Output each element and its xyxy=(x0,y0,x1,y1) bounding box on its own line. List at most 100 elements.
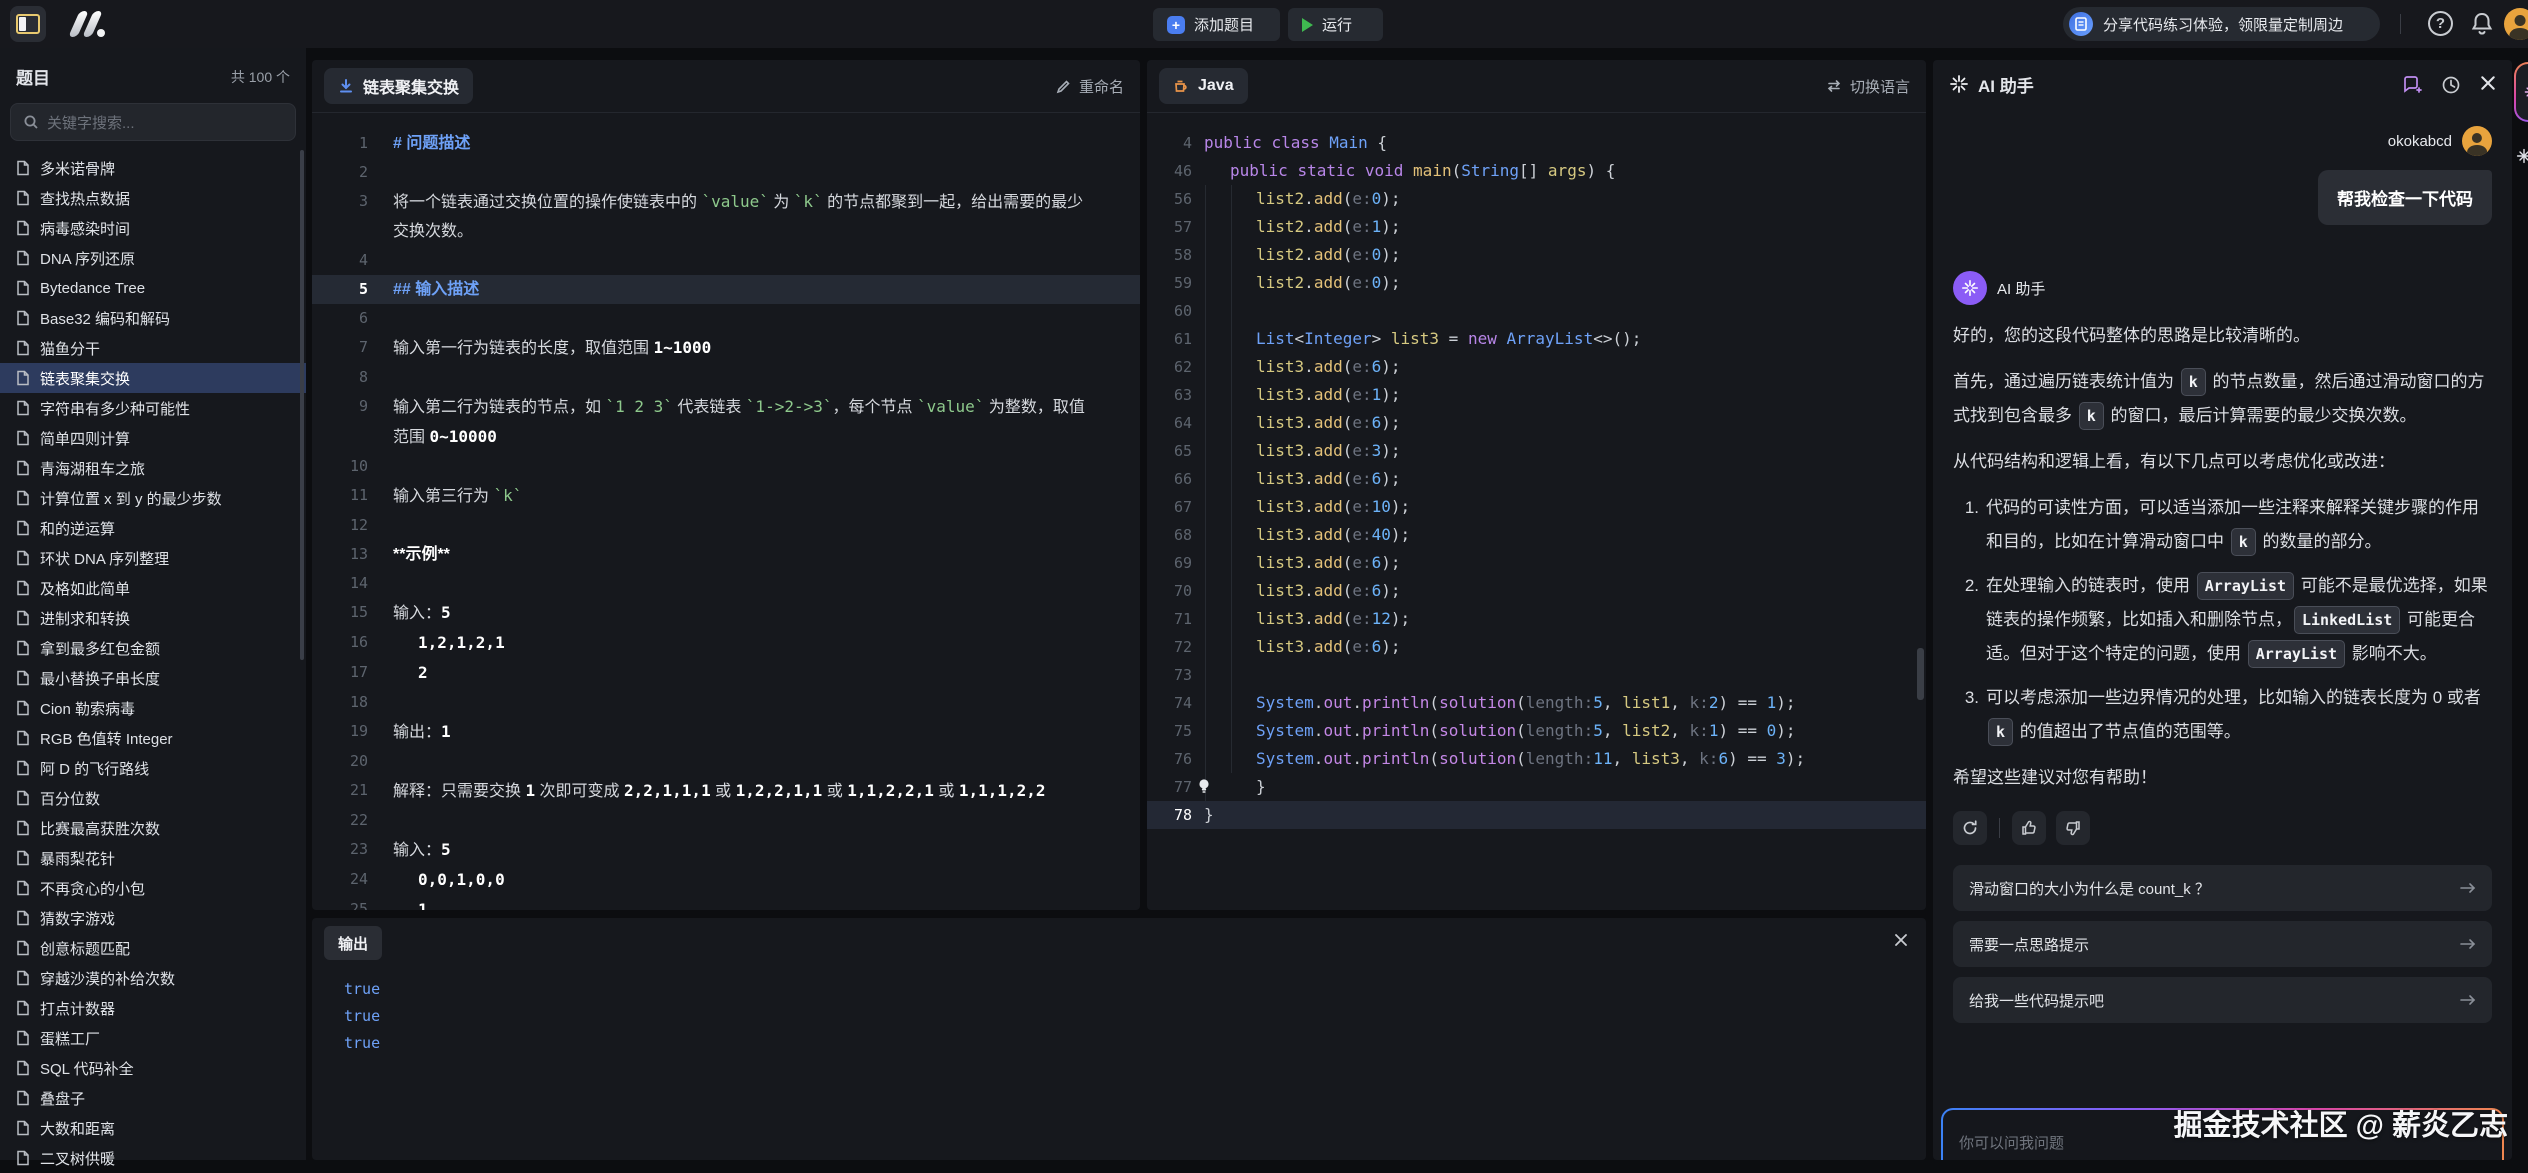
code-line[interactable]: 72list3.add(e:6); xyxy=(1147,633,1926,661)
sidebar-item[interactable]: Base32 编码和解码 xyxy=(0,303,306,333)
code-line[interactable]: 74System.out.println(solution(length:5, … xyxy=(1147,689,1926,717)
code-line[interactable]: 63list3.add(e:1); xyxy=(1147,381,1926,409)
sidebar-item[interactable]: 叠盘子 xyxy=(0,1083,306,1113)
markdown-line[interactable]: 6 xyxy=(312,304,1140,333)
markdown-line[interactable]: 20 xyxy=(312,747,1140,776)
dock-glyph-icon[interactable] xyxy=(2516,148,2528,164)
code-editor[interactable]: 4public class Main {46public static void… xyxy=(1147,113,1926,829)
code-line[interactable]: 71list3.add(e:12); xyxy=(1147,605,1926,633)
sidebar-item[interactable]: 暴雨梨花针 xyxy=(0,843,306,873)
markdown-line[interactable]: 1# 问题描述 xyxy=(312,129,1140,158)
code-line[interactable]: 76System.out.println(solution(length:11,… xyxy=(1147,745,1926,773)
code-line[interactable]: 61List<Integer> list3 = new ArrayList<>(… xyxy=(1147,325,1926,353)
code-line[interactable]: 67list3.add(e:10); xyxy=(1147,493,1926,521)
sidebar-item[interactable]: 字符串有多少种可能性 xyxy=(0,393,306,423)
ai-launcher-button[interactable] xyxy=(2514,62,2528,122)
sidebar-item[interactable]: 链表聚集交换 xyxy=(0,363,306,393)
sidebar-toggle-button[interactable] xyxy=(10,6,46,42)
user-avatar[interactable] xyxy=(2504,8,2528,40)
markdown-line[interactable]: 10 xyxy=(312,452,1140,481)
markdown-line[interactable]: 251 xyxy=(312,895,1140,910)
markdown-line[interactable]: 13**示例** xyxy=(312,540,1140,569)
markdown-line[interactable]: 11输入第三行为 `k` xyxy=(312,481,1140,511)
code-line[interactable]: 78} xyxy=(1147,801,1926,829)
run-button[interactable]: 运行 xyxy=(1288,8,1383,41)
sidebar-item[interactable]: 病毒感染时间 xyxy=(0,213,306,243)
code-line[interactable]: 75System.out.println(solution(length:5, … xyxy=(1147,717,1926,745)
code-line[interactable]: 60 xyxy=(1147,297,1926,325)
code-line[interactable]: 64list3.add(e:6); xyxy=(1147,409,1926,437)
sidebar-item[interactable]: 穿越沙漠的补给次数 xyxy=(0,963,306,993)
code-line[interactable]: 58list2.add(e:0); xyxy=(1147,241,1926,269)
switch-language-button[interactable]: 切换语言 xyxy=(1826,60,1910,112)
sidebar-item[interactable]: 计算位置 x 到 y 的最少步数 xyxy=(0,483,306,513)
code-line[interactable]: 65list3.add(e:3); xyxy=(1147,437,1926,465)
notification-bell-icon[interactable] xyxy=(2470,11,2494,37)
sidebar-item[interactable]: 蛋糕工厂 xyxy=(0,1023,306,1053)
suggestion-chip[interactable]: 滑动窗口的大小为什么是 count_k ？ xyxy=(1953,865,2492,911)
language-tab[interactable]: Java xyxy=(1159,68,1248,104)
help-icon[interactable]: ? xyxy=(2428,11,2453,36)
markdown-line[interactable]: 3将一个链表通过交换位置的操作使链表中的 `value` 为 `k` 的节点都聚… xyxy=(312,187,1140,246)
markdown-line[interactable]: 7输入第一行为链表的长度，取值范围 1~1000 xyxy=(312,333,1140,363)
promo-banner[interactable]: 分享代码练习体验，领限量定制周边 xyxy=(2063,7,2380,41)
sidebar-item[interactable]: 比赛最高获胜次数 xyxy=(0,813,306,843)
search-input[interactable]: 关键字搜索... xyxy=(10,103,296,141)
code-line[interactable]: 46public static void main(String[] args)… xyxy=(1147,157,1926,185)
sidebar-item[interactable]: 拿到最多红包金额 xyxy=(0,633,306,663)
markdown-line[interactable]: 12 xyxy=(312,511,1140,540)
sidebar-item[interactable]: 不再贪心的小包 xyxy=(0,873,306,903)
sidebar-item[interactable]: 多米诺骨牌 xyxy=(0,153,306,183)
sidebar-item[interactable]: SQL 代码补全 xyxy=(0,1053,306,1083)
markdown-line[interactable]: 172 xyxy=(312,658,1140,688)
code-scrollbar[interactable] xyxy=(1917,648,1924,700)
sidebar-item[interactable]: 进制求和转换 xyxy=(0,603,306,633)
markdown-line[interactable]: 19输出：1 xyxy=(312,717,1140,747)
sidebar-item[interactable]: 打点计数器 xyxy=(0,993,306,1023)
code-line[interactable]: 62list3.add(e:6); xyxy=(1147,353,1926,381)
rename-button[interactable]: 重命名 xyxy=(1056,60,1124,112)
code-line[interactable]: 56list2.add(e:0); xyxy=(1147,185,1926,213)
sidebar-item[interactable]: 二叉树供暖 xyxy=(0,1143,306,1173)
thumbs-up-button[interactable] xyxy=(2012,811,2046,845)
sidebar-item[interactable]: Cion 勒索病毒 xyxy=(0,693,306,723)
markdown-line[interactable]: 23输入：5 xyxy=(312,835,1140,865)
markdown-line[interactable]: 4 xyxy=(312,246,1140,275)
code-line[interactable]: 73 xyxy=(1147,661,1926,689)
markdown-line[interactable]: 5## 输入描述 xyxy=(312,275,1140,304)
sidebar-item[interactable]: 查找热点数据 xyxy=(0,183,306,213)
thumbs-down-button[interactable] xyxy=(2056,811,2090,845)
sidebar-item[interactable]: 百分位数 xyxy=(0,783,306,813)
lightbulb-icon[interactable] xyxy=(1197,778,1211,795)
sidebar-item[interactable]: 和的逆运算 xyxy=(0,513,306,543)
sidebar-scrollbar[interactable] xyxy=(300,150,304,660)
output-tab[interactable]: 输出 xyxy=(324,926,382,960)
code-line[interactable]: 77} xyxy=(1147,773,1926,801)
markdown-editor[interactable]: 1# 问题描述23将一个链表通过交换位置的操作使链表中的 `value` 为 `… xyxy=(312,113,1140,910)
markdown-line[interactable]: 2 xyxy=(312,158,1140,187)
sidebar-item[interactable]: Bytedance Tree xyxy=(0,273,306,303)
code-line[interactable]: 70list3.add(e:6); xyxy=(1147,577,1926,605)
code-line[interactable]: 69list3.add(e:6); xyxy=(1147,549,1926,577)
markdown-line[interactable]: 22 xyxy=(312,806,1140,835)
add-problem-button[interactable]: + 添加题目 xyxy=(1153,8,1280,41)
sidebar-item[interactable]: 猜数字游戏 xyxy=(0,903,306,933)
close-output-icon[interactable] xyxy=(1894,933,1908,947)
suggestion-chip[interactable]: 给我一些代码提示吧 xyxy=(1953,977,2492,1023)
sidebar-item[interactable]: 创意标题匹配 xyxy=(0,933,306,963)
code-line[interactable]: 68list3.add(e:40); xyxy=(1147,521,1926,549)
sidebar-item[interactable]: 最小替换子串长度 xyxy=(0,663,306,693)
code-line[interactable]: 59list2.add(e:0); xyxy=(1147,269,1926,297)
markdown-line[interactable]: 161,2,1,2,1 xyxy=(312,628,1140,658)
new-chat-icon[interactable] xyxy=(2402,75,2422,95)
regenerate-button[interactable] xyxy=(1953,811,1987,845)
sidebar-item[interactable]: DNA 序列还原 xyxy=(0,243,306,273)
markdown-line[interactable]: 9输入第二行为链表的节点，如 `1 2 3` 代表链表 `1->2->3`，每个… xyxy=(312,392,1140,452)
code-line[interactable]: 66list3.add(e:6); xyxy=(1147,465,1926,493)
sidebar-item[interactable]: RGB 色值转 Integer xyxy=(0,723,306,753)
code-line[interactable]: 4public class Main { xyxy=(1147,129,1926,157)
markdown-line[interactable]: 18 xyxy=(312,688,1140,717)
markdown-line[interactable]: 240,0,1,0,0 xyxy=(312,865,1140,895)
problem-tab[interactable]: 链表聚集交换 xyxy=(324,68,473,104)
markdown-line[interactable]: 15输入：5 xyxy=(312,598,1140,628)
